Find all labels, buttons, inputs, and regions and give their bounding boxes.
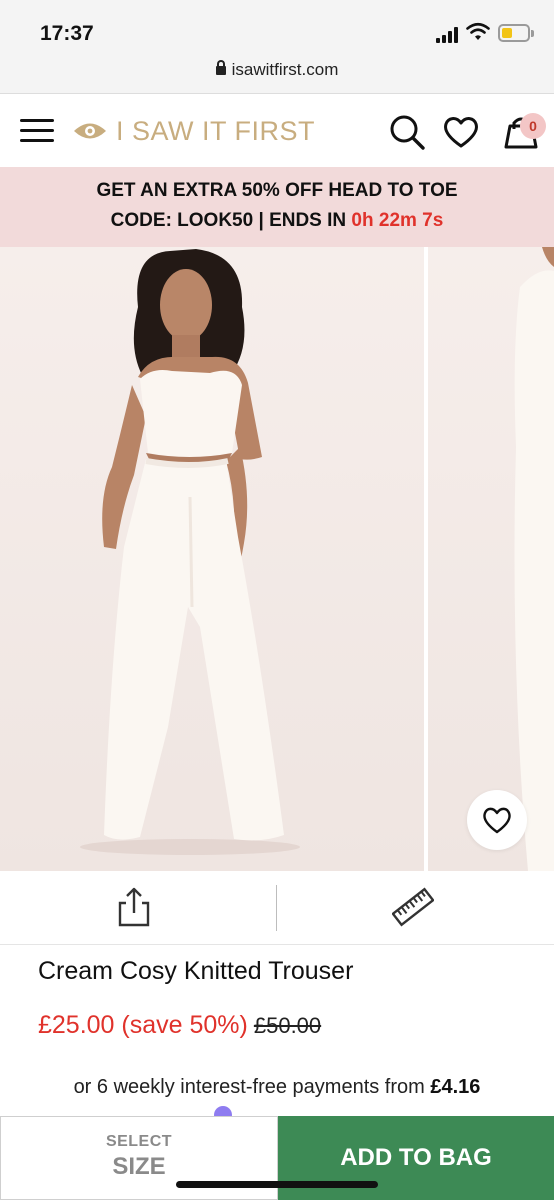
- status-bar: 17:37 isawitfirst.com: [0, 0, 554, 94]
- status-time: 17:37: [40, 22, 94, 45]
- home-indicator[interactable]: [176, 1181, 378, 1188]
- installment-amount: £4.16: [430, 1076, 481, 1098]
- model-image-partial: [514, 247, 554, 871]
- share-icon[interactable]: [116, 887, 152, 927]
- promo-code-text: CODE: LOOK50 | ENDS IN: [110, 210, 352, 231]
- wishlist-button[interactable]: [467, 790, 527, 850]
- installment-text: or 6 weekly interest-free payments from: [73, 1076, 431, 1098]
- heart-icon[interactable]: [442, 113, 480, 151]
- product-image-next[interactable]: [428, 247, 554, 871]
- model-image: [80, 249, 300, 855]
- bag-count-badge: 0: [520, 113, 546, 139]
- product-price: £25.00 (save 50%) £50.00: [38, 1011, 321, 1040]
- search-icon[interactable]: [388, 113, 426, 151]
- promo-countdown: 0h 22m 7s: [351, 210, 444, 231]
- product-gallery[interactable]: [0, 247, 554, 871]
- promo-line-1: GET AN EXTRA 50% OFF HEAD TO TOE: [96, 180, 458, 201]
- product-title: Cream Cosy Knitted Trouser: [38, 957, 354, 985]
- eye-logo-icon: [74, 123, 106, 139]
- url-text: isawitfirst.com: [231, 60, 339, 79]
- lock-icon: [215, 60, 226, 75]
- was-price: £50.00: [253, 1013, 322, 1038]
- installment-info[interactable]: or 6 weekly interest-free payments from …: [0, 1076, 554, 1099]
- select-size-label-top: SELECT: [105, 1133, 173, 1150]
- address-bar[interactable]: isawitfirst.com: [0, 60, 554, 80]
- wifi-icon: [466, 22, 490, 40]
- select-size-label-bottom: SIZE: [112, 1153, 166, 1180]
- brand-name: I SAW IT FIRST: [116, 115, 316, 146]
- promo-line-2: CODE: LOOK50 | ENDS IN 0h 22m 7s: [0, 206, 554, 236]
- heart-icon: [483, 807, 511, 834]
- promo-banner[interactable]: GET AN EXTRA 50% OFF HEAD TO TOE CODE: L…: [0, 167, 554, 247]
- sale-price: £25.00 (save 50%): [38, 1011, 248, 1039]
- site-header: I SAW IT FIRST: [0, 95, 554, 167]
- battery-icon: [498, 24, 534, 42]
- menu-icon[interactable]: [20, 118, 54, 144]
- product-image-main[interactable]: [0, 247, 424, 871]
- signal-icon: [436, 27, 462, 43]
- ruler-icon[interactable]: [392, 887, 434, 927]
- product-actions: [0, 871, 554, 945]
- actions-divider: [276, 885, 277, 931]
- brand-logo[interactable]: I SAW IT FIRST: [72, 115, 315, 147]
